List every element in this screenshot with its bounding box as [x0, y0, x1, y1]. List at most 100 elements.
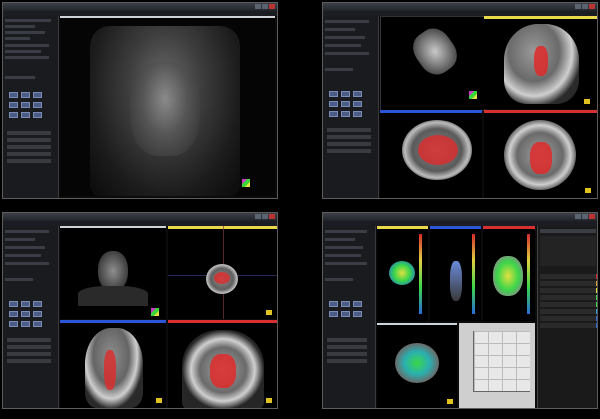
close-button[interactable] [269, 4, 275, 9]
tool-button[interactable] [9, 112, 18, 118]
minimize-button[interactable] [255, 4, 261, 9]
tool-button[interactable] [33, 301, 42, 307]
view-header [380, 110, 482, 113]
tool-button[interactable] [21, 321, 30, 327]
minimize-button[interactable] [575, 4, 581, 9]
structure-list-item[interactable] [327, 352, 367, 356]
window-top-right [322, 2, 598, 199]
dose-axial-view[interactable] [377, 323, 457, 408]
coronal-view[interactable] [168, 320, 277, 408]
dvh-table-row[interactable] [540, 281, 597, 286]
tool-button[interactable] [21, 112, 30, 118]
structure-list-item[interactable] [7, 152, 51, 156]
tool-button[interactable] [353, 91, 362, 97]
dose-volume-view[interactable] [377, 226, 428, 321]
dose-volume-view[interactable] [483, 226, 535, 321]
view-header [60, 320, 166, 323]
dvh-table-row[interactable] [540, 274, 597, 279]
structure-list-item[interactable] [327, 128, 371, 132]
tool-button[interactable] [329, 101, 338, 107]
structure-list-item[interactable] [327, 338, 367, 342]
dvh-table-row[interactable] [540, 323, 597, 328]
structure-list-item[interactable] [7, 131, 51, 135]
volume-render-view[interactable] [380, 16, 485, 111]
tool-button[interactable] [21, 301, 30, 307]
sagittal-view[interactable] [60, 320, 166, 408]
tool-button[interactable] [33, 92, 42, 98]
dose-colorbar [472, 234, 475, 314]
tool-button[interactable] [341, 311, 350, 317]
maximize-button[interactable] [262, 214, 268, 219]
tool-button[interactable] [341, 111, 350, 117]
close-button[interactable] [589, 4, 595, 9]
tool-panel [323, 16, 379, 198]
tool-panel [3, 16, 59, 198]
tool-button[interactable] [341, 91, 350, 97]
structure-list-item[interactable] [7, 159, 51, 163]
maximize-button[interactable] [262, 4, 268, 9]
dvh-table-row[interactable] [540, 316, 597, 321]
structure-list-item[interactable] [7, 345, 51, 349]
close-button[interactable] [269, 214, 275, 219]
dvh-plot[interactable] [459, 323, 535, 408]
structure-list-item[interactable] [7, 359, 51, 363]
tool-button[interactable] [9, 311, 18, 317]
tool-button[interactable] [353, 311, 362, 317]
dvh-table-row[interactable] [540, 295, 597, 300]
volume-render-view[interactable] [60, 16, 275, 196]
title-bar [3, 213, 277, 221]
tool-button[interactable] [21, 311, 30, 317]
structure-list-item[interactable] [327, 142, 371, 146]
tool-button[interactable] [329, 91, 338, 97]
tool-button[interactable] [329, 301, 338, 307]
coronal-dose-overlay [530, 142, 552, 174]
sagittal-view[interactable] [484, 16, 597, 109]
volume-render-view[interactable] [60, 226, 166, 319]
tool-button[interactable] [9, 102, 18, 108]
maximize-button[interactable] [582, 214, 588, 219]
title-bar [323, 3, 597, 11]
tool-button[interactable] [341, 101, 350, 107]
tool-button[interactable] [9, 301, 18, 307]
dvh-table-row[interactable] [540, 288, 597, 293]
structure-list-item[interactable] [327, 345, 367, 349]
maximize-button[interactable] [582, 4, 588, 9]
axial-view[interactable] [380, 110, 482, 198]
axial-view[interactable] [168, 226, 277, 319]
dose-volume-view[interactable] [430, 226, 481, 321]
tool-button[interactable] [353, 301, 362, 307]
tool-button[interactable] [9, 321, 18, 327]
view-marker-icon [266, 398, 272, 403]
coronal-view[interactable] [484, 110, 597, 198]
tool-button[interactable] [21, 92, 30, 98]
structure-list-item[interactable] [7, 338, 51, 342]
tool-button[interactable] [329, 111, 338, 117]
tool-button[interactable] [33, 102, 42, 108]
tool-button[interactable] [353, 111, 362, 117]
tool-button[interactable] [33, 311, 42, 317]
tool-button[interactable] [329, 311, 338, 317]
tool-button[interactable] [33, 112, 42, 118]
tool-button[interactable] [341, 301, 350, 307]
axial-dose-overlay [418, 135, 458, 165]
minimize-button[interactable] [255, 214, 261, 219]
structure-list-item[interactable] [327, 359, 367, 363]
close-button[interactable] [589, 214, 595, 219]
tool-button[interactable] [21, 102, 30, 108]
minimize-button[interactable] [575, 214, 581, 219]
dose-colorbar [419, 234, 422, 314]
tool-button[interactable] [33, 321, 42, 327]
tool-button[interactable] [9, 92, 18, 98]
tool-panel [3, 226, 59, 408]
dvh-statistics-panel [537, 226, 597, 408]
dvh-table-row[interactable] [540, 302, 597, 307]
title-bar [323, 213, 597, 221]
structure-list-item[interactable] [7, 352, 51, 356]
structure-list-item[interactable] [327, 149, 371, 153]
structure-list-item[interactable] [7, 138, 51, 142]
dvh-table-row[interactable] [540, 309, 597, 314]
view-header [430, 226, 481, 229]
structure-list-item[interactable] [7, 145, 51, 149]
tool-button[interactable] [353, 101, 362, 107]
structure-list-item[interactable] [327, 135, 371, 139]
